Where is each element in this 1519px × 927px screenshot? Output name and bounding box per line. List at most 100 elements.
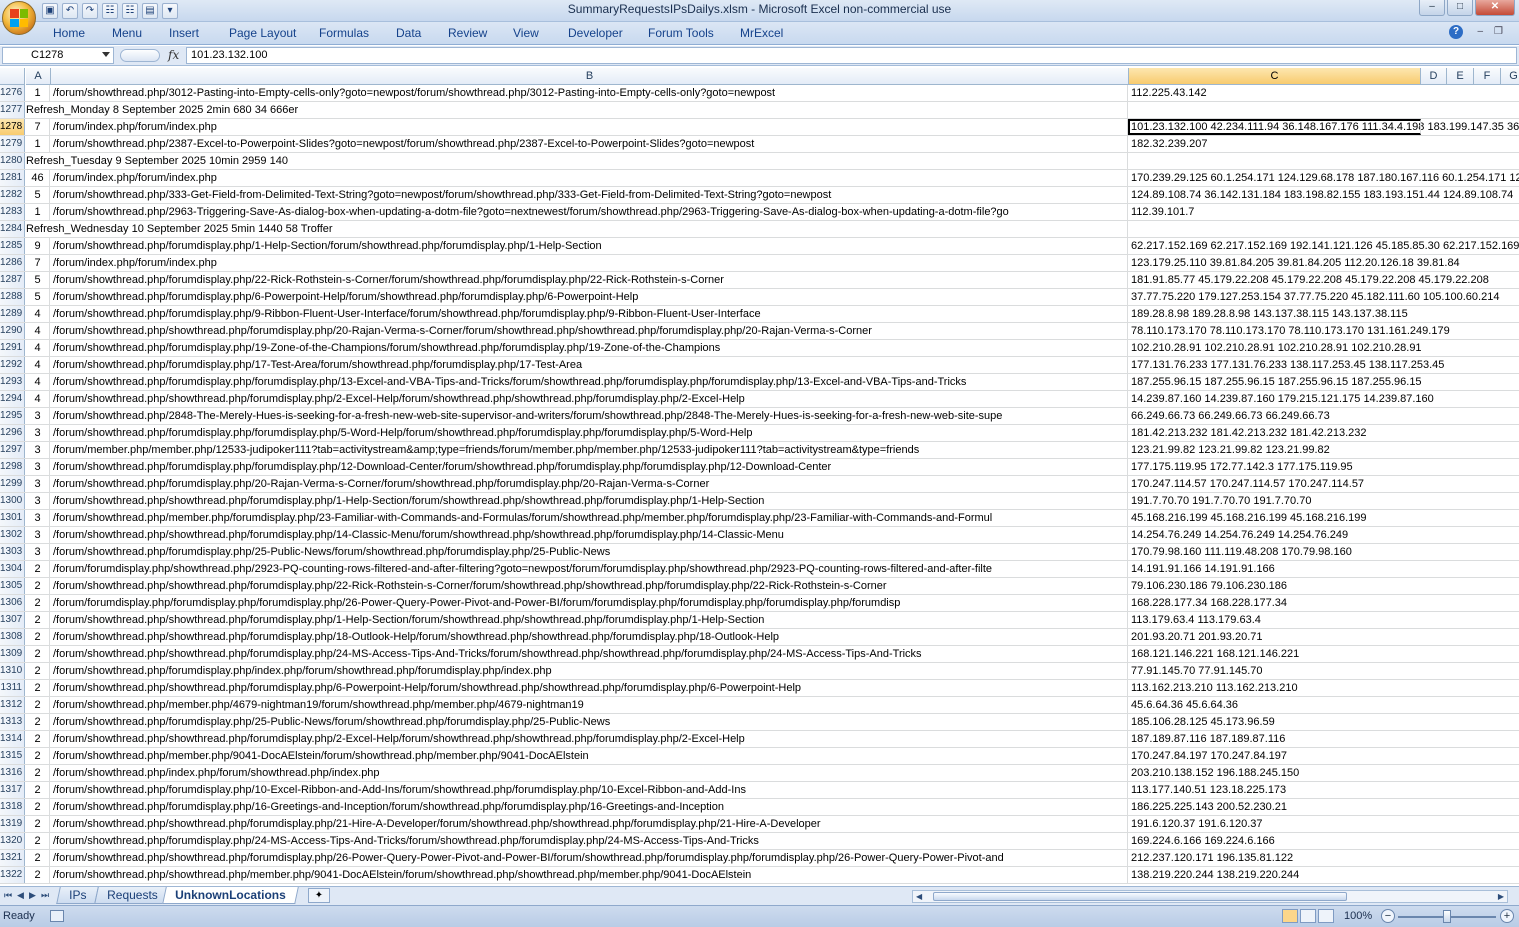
tab-review[interactable]: Review: [448, 26, 487, 40]
row-header[interactable]: 1305: [0, 578, 25, 594]
cell-b-url[interactable]: /forum/showthread.php/forumdisplay.php/f…: [51, 425, 1128, 441]
column-header-c[interactable]: C: [1129, 68, 1421, 85]
cell-b-url[interactable]: /forum/showthread.php/333-Get-Field-from…: [51, 187, 1128, 203]
column-header-b[interactable]: B: [51, 68, 1129, 85]
row-header[interactable]: 1319: [0, 816, 25, 832]
row-header[interactable]: 1307: [0, 612, 25, 628]
column-header-d[interactable]: D: [1421, 68, 1447, 85]
column-header-f[interactable]: F: [1474, 68, 1501, 85]
cell-c-ips[interactable]: 45.168.216.199 45.168.216.199 45.168.216…: [1129, 510, 1519, 526]
cell-b-url[interactable]: /forum/showthread.php/showthread.php/for…: [51, 527, 1128, 543]
cell-c-ips[interactable]: 186.225.225.143 200.52.230.21: [1129, 799, 1519, 815]
horizontal-scrollbar[interactable]: ◀ ▶: [912, 890, 1508, 903]
sheet-tab-ips[interactable]: IPs: [56, 887, 100, 904]
cell-c-ips[interactable]: 170.247.114.57 170.247.114.57 170.247.11…: [1129, 476, 1519, 492]
tab-menu[interactable]: Menu: [112, 26, 142, 40]
row-header[interactable]: 1295: [0, 408, 25, 424]
cell-c-ips[interactable]: 191.6.120.37 191.6.120.37: [1129, 816, 1519, 832]
row-header[interactable]: 1283: [0, 204, 25, 220]
cell-a-count[interactable]: 5: [26, 187, 50, 203]
tab-data[interactable]: Data: [396, 26, 421, 40]
next-sheet-icon[interactable]: ▶: [29, 890, 36, 901]
cell-c-ips[interactable]: 170.247.84.197 170.247.84.197: [1129, 748, 1519, 764]
zoom-out-icon[interactable]: −: [1381, 909, 1395, 923]
close-icon[interactable]: ✕: [1475, 0, 1515, 16]
formula-input[interactable]: 101.23.132.100: [186, 47, 1517, 64]
cell-c-ips[interactable]: 112.39.101.7: [1129, 204, 1519, 220]
row-header[interactable]: 1284: [0, 221, 25, 237]
page-layout-view-icon[interactable]: [1300, 909, 1316, 923]
cell-b-url[interactable]: /forum/showthread.php/2387-Excel-to-Powe…: [51, 136, 1128, 152]
maximize-icon[interactable]: □: [1447, 0, 1473, 16]
tab-developer[interactable]: Developer: [568, 26, 623, 40]
cell-b-url[interactable]: /forum/showthread.php/forumdisplay.php/9…: [51, 306, 1128, 322]
cell-a-count[interactable]: 7: [26, 255, 50, 271]
cell-a-count[interactable]: 4: [26, 357, 50, 373]
worksheet-grid[interactable]: A B C D E F G 1276 1/forum/showthread.php…: [0, 66, 1519, 886]
cell-a-count[interactable]: 1: [26, 204, 50, 220]
cell-c-ips[interactable]: 212.237.120.171 196.135.81.122: [1129, 850, 1519, 866]
cell-b-url[interactable]: /forum/member.php/member.php/12533-judip…: [51, 442, 1128, 458]
cell-refresh-note[interactable]: Refresh_Wednesday 10 September 2025 5min…: [26, 221, 1128, 237]
row-header[interactable]: 1280: [0, 153, 25, 169]
cell-b-url[interactable]: /forum/showthread.php/showthread.php/for…: [51, 646, 1128, 662]
cell-a-count[interactable]: 2: [26, 612, 50, 628]
cell-c-ips[interactable]: 170.79.98.160 111.119.48.208 170.79.98.1…: [1129, 544, 1519, 560]
row-header[interactable]: 1300: [0, 493, 25, 509]
prev-sheet-icon[interactable]: ◀: [17, 890, 24, 901]
row-header[interactable]: 1299: [0, 476, 25, 492]
cell-b-url[interactable]: /forum/showthread.php/showthread.php/for…: [51, 493, 1128, 509]
row-header[interactable]: 1315: [0, 748, 25, 764]
cell-c-ips[interactable]: 113.162.213.210 113.162.213.210: [1129, 680, 1519, 696]
cell-a-count[interactable]: 2: [26, 697, 50, 713]
cell-c-ips[interactable]: 168.121.146.221 168.121.146.221: [1129, 646, 1519, 662]
cell-refresh-note[interactable]: Refresh_Monday 8 September 2025 2min 680…: [26, 102, 1128, 118]
formula-bar-grip-icon[interactable]: [120, 49, 160, 62]
cell-c-ips[interactable]: 113.179.63.4 113.179.63.4: [1129, 612, 1519, 628]
cell-c-ips[interactable]: 181.42.213.232 181.42.213.232 181.42.213…: [1129, 425, 1519, 441]
column-header-e[interactable]: E: [1447, 68, 1474, 85]
cell-b-url[interactable]: /forum/index.php/forum/index.php: [51, 170, 1128, 186]
select-all-corner[interactable]: [0, 68, 25, 85]
cell-b-url[interactable]: /forum/showthread.php/showthread.php/for…: [51, 680, 1128, 696]
row-header[interactable]: 1301: [0, 510, 25, 526]
cell-b-url[interactable]: /forum/showthread.php/forumdisplay.php/1…: [51, 357, 1128, 373]
row-header[interactable]: 1287: [0, 272, 25, 288]
cell-c[interactable]: [1129, 153, 1519, 169]
cell-c[interactable]: [1129, 221, 1519, 237]
cell-a-count[interactable]: 2: [26, 595, 50, 611]
cell-a-count[interactable]: 1: [26, 85, 50, 101]
column-header-a[interactable]: A: [26, 68, 51, 85]
cell-a-count[interactable]: 3: [26, 544, 50, 560]
row-header[interactable]: 1279: [0, 136, 25, 152]
row-header[interactable]: 1317: [0, 782, 25, 798]
cell-a-count[interactable]: 4: [26, 340, 50, 356]
row-header[interactable]: 1322: [0, 867, 25, 883]
cell-a-count[interactable]: 2: [26, 799, 50, 815]
cell-c-ips[interactable]: 203.210.138.152 196.188.245.150: [1129, 765, 1519, 781]
row-header[interactable]: 1313: [0, 714, 25, 730]
cell-a-count[interactable]: 3: [26, 527, 50, 543]
cell-a-count[interactable]: 4: [26, 323, 50, 339]
cell-b-url[interactable]: /forum/index.php/forum/index.php: [51, 255, 1128, 271]
row-header[interactable]: 1297: [0, 442, 25, 458]
cell-c-ips[interactable]: 77.91.145.70 77.91.145.70: [1129, 663, 1519, 679]
sheet-tab-unknownlocations[interactable]: UnknownLocations: [162, 887, 299, 904]
macro-record-icon[interactable]: [50, 910, 64, 922]
cell-a-count[interactable]: 2: [26, 850, 50, 866]
cell-a-count[interactable]: 2: [26, 578, 50, 594]
tab-formulas[interactable]: Formulas: [319, 26, 369, 40]
cell-c-ips[interactable]: 191.7.70.70 191.7.70.70 191.7.70.70: [1129, 493, 1519, 509]
cell-c-ips[interactable]: 185.106.28.125 45.173.96.59: [1129, 714, 1519, 730]
row-header[interactable]: 1303: [0, 544, 25, 560]
minimize-icon[interactable]: –: [1419, 0, 1445, 16]
cell-b-url[interactable]: /forum/forumdisplay.php/showthread.php/2…: [51, 561, 1128, 577]
tab-forum-tools[interactable]: Forum Tools: [648, 26, 714, 40]
row-header[interactable]: 1321: [0, 850, 25, 866]
cell-b-url[interactable]: /forum/showthread.php/forumdisplay.php/1…: [51, 782, 1128, 798]
normal-view-icon[interactable]: [1282, 909, 1298, 923]
cell-b-url[interactable]: /forum/showthread.php/forumdisplay.php/1…: [51, 340, 1128, 356]
tab-mrexcel[interactable]: MrExcel: [740, 26, 783, 40]
cell-a-count[interactable]: 2: [26, 646, 50, 662]
cell-b-url[interactable]: /forum/showthread.php/forumdisplay.php/2…: [51, 476, 1128, 492]
